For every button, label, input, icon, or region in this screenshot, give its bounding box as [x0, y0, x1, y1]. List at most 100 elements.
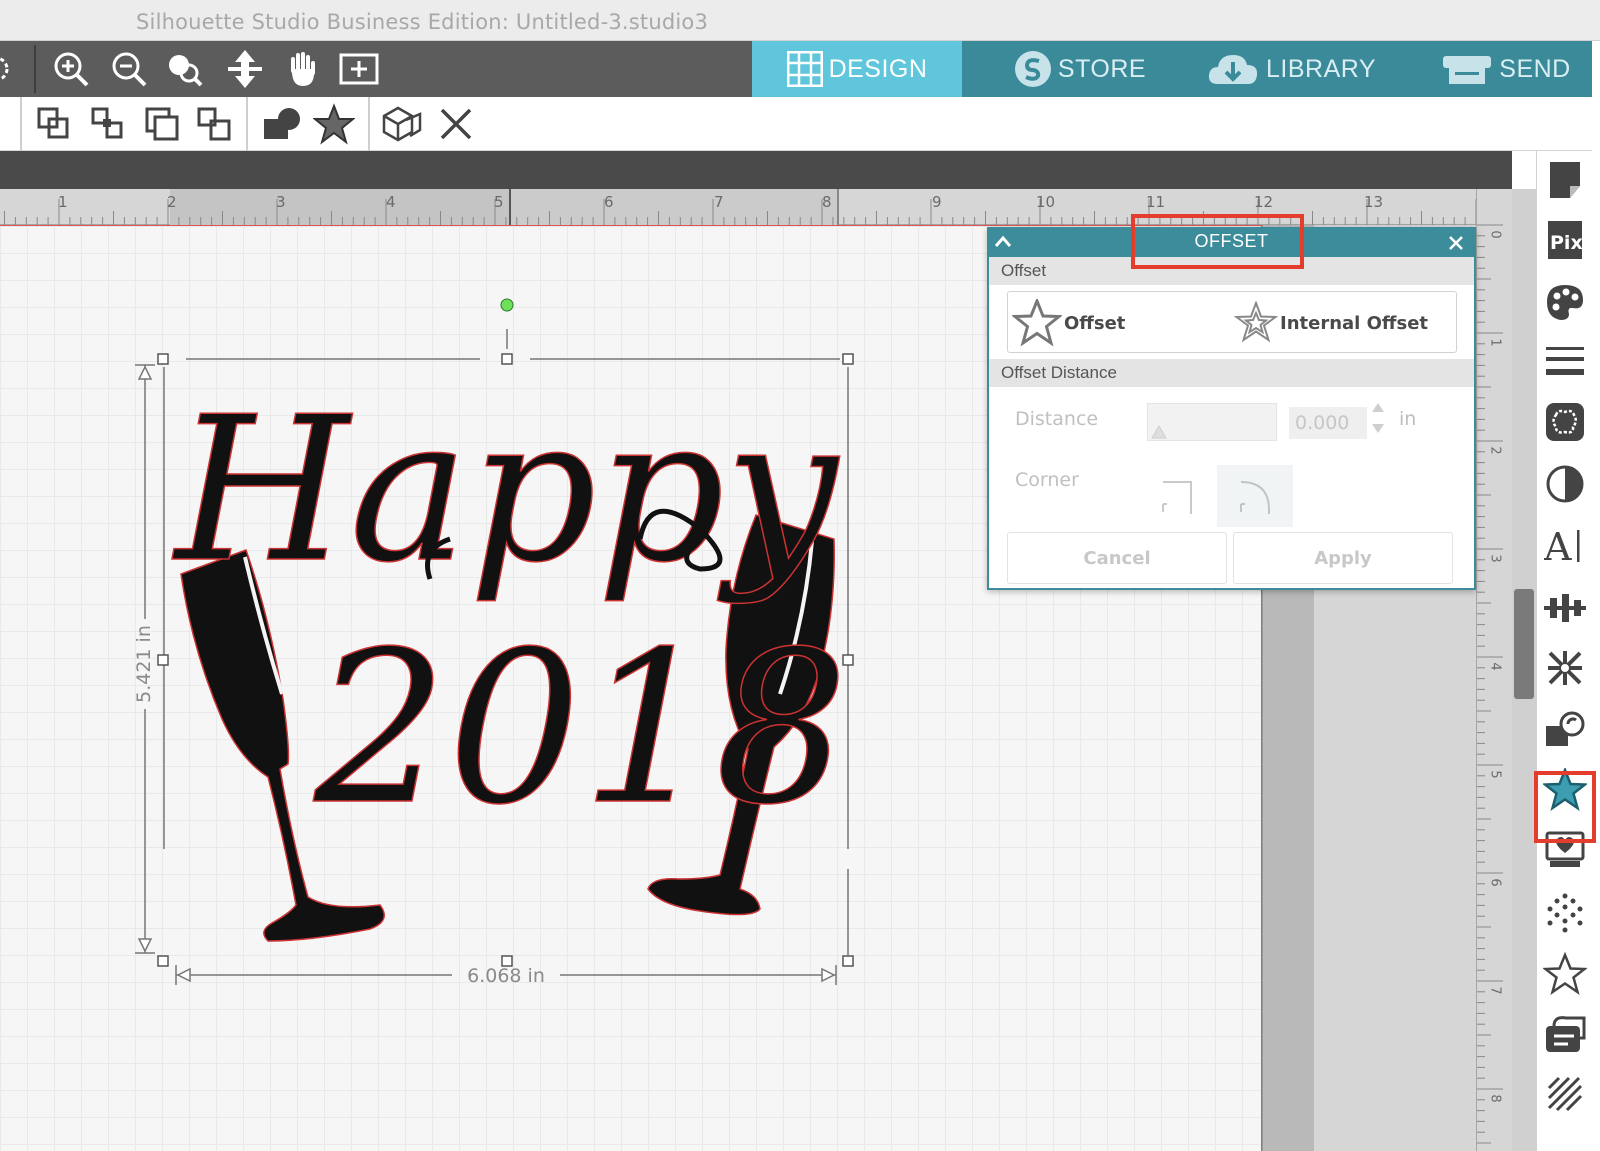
tab-store[interactable]: STORE	[1000, 41, 1160, 97]
offset-panel: OFFSET Offset Offset Internal Offset Off…	[987, 227, 1476, 590]
group-icon[interactable]	[32, 103, 76, 145]
add-page-icon[interactable]	[336, 47, 382, 91]
toolbar-divider	[20, 97, 22, 151]
resize-handle[interactable]	[501, 353, 513, 365]
line-style-icon[interactable]	[1542, 339, 1588, 385]
ungroup-icon[interactable]	[86, 103, 130, 145]
text-style-icon[interactable]: A	[1542, 523, 1588, 569]
close-icon[interactable]	[1447, 234, 1465, 252]
design-text-happy: Happy	[171, 374, 841, 607]
distance-slider[interactable]	[1147, 403, 1277, 441]
sketch-star-icon[interactable]	[1542, 951, 1588, 997]
design-text-year: 2018	[313, 606, 848, 851]
internal-offset-star-icon	[1234, 301, 1278, 343]
corner-label: Corner	[1015, 469, 1079, 491]
window-title: Silhouette Studio Business Edition: Unti…	[136, 10, 709, 34]
rotate-handle[interactable]	[500, 298, 514, 312]
round-corner-icon	[1240, 481, 1270, 514]
resize-handle[interactable]	[157, 353, 169, 365]
zoom-out-icon[interactable]	[106, 47, 152, 91]
design-grid-icon	[786, 51, 823, 87]
scrollbar-thumb[interactable]	[1514, 589, 1534, 699]
tab-design-label: DESIGN	[828, 54, 928, 83]
star-shape-icon[interactable]	[312, 103, 356, 145]
fit-to-page-icon[interactable]	[222, 47, 268, 91]
corner-sharp-button[interactable]	[1139, 465, 1215, 527]
tab-store-label: STORE	[1057, 54, 1147, 83]
image-effects-icon[interactable]	[1542, 461, 1588, 507]
ruler-number: 8	[1487, 1094, 1503, 1103]
replicate-icon[interactable]	[1542, 645, 1588, 691]
ruler-number: 13	[1364, 193, 1384, 211]
tab-send[interactable]: SEND	[1420, 41, 1592, 97]
zoom-in-icon[interactable]	[48, 47, 94, 91]
toolbar-divider	[34, 45, 36, 93]
resize-handle[interactable]	[842, 353, 854, 365]
offset-icon-highlight	[1534, 771, 1596, 843]
svg-text:A: A	[1544, 526, 1572, 566]
right-tool-panel: Pix A	[1536, 151, 1592, 1151]
resize-handle[interactable]	[157, 654, 169, 666]
ruler-number: 1	[1487, 338, 1503, 347]
ruler-number: 0	[1487, 230, 1503, 239]
window-title-bar: Silhouette Studio Business Edition: Unti…	[0, 0, 1600, 41]
vertical-scrollbar[interactable]	[1512, 189, 1536, 1151]
rhinestone-icon[interactable]	[1542, 889, 1588, 935]
offset-title-highlight	[1131, 214, 1304, 269]
ruler-number: 7	[1487, 986, 1503, 995]
align-icon[interactable]	[1542, 585, 1588, 631]
ruler-number: 6	[1487, 878, 1503, 887]
sharp-corner-icon	[1162, 481, 1192, 514]
toolbar-divider	[246, 97, 248, 151]
modify-icon[interactable]	[1542, 707, 1588, 753]
store-s-icon	[1014, 51, 1051, 87]
offset-option[interactable]: Offset	[1012, 299, 1126, 347]
trace-icon[interactable]	[1542, 399, 1588, 445]
distance-unit: in	[1399, 408, 1417, 430]
object-toolbar	[0, 97, 1592, 151]
ruler-number: 3	[1487, 554, 1503, 563]
distance-stepper-icon[interactable]	[1370, 401, 1386, 435]
internal-offset-option[interactable]: Internal Offset	[1234, 300, 1428, 346]
settings-gear-icon[interactable]	[0, 47, 18, 91]
ruler-number: 5	[1487, 770, 1503, 779]
ruler-number: 4	[1487, 662, 1503, 671]
toolbar-strip	[0, 151, 1512, 189]
internal-offset-option-label: Internal Offset	[1280, 312, 1429, 334]
fill-color-icon[interactable]	[1542, 279, 1588, 325]
weld-shapes-icon[interactable]	[260, 103, 304, 145]
pan-hand-icon[interactable]	[280, 47, 326, 91]
height-label: 5.421 in	[133, 625, 155, 703]
zoom-selection-icon[interactable]	[162, 47, 208, 91]
distance-input[interactable]: 0.000	[1289, 407, 1367, 439]
cancel-button[interactable]: Cancel	[1007, 532, 1227, 584]
offset-star-icon	[1012, 299, 1062, 347]
corner-round-button[interactable]	[1217, 465, 1293, 527]
tab-send-label: SEND	[1499, 54, 1571, 83]
page-setup-icon[interactable]	[1542, 157, 1588, 203]
delete-close-icon[interactable]	[434, 103, 478, 145]
ruler-number: 2	[1487, 446, 1503, 455]
offset-distance-section-header: Offset Distance	[989, 359, 1474, 387]
3d-box-icon[interactable]	[380, 103, 424, 145]
release-compound-path-icon[interactable]	[192, 103, 236, 145]
resize-handle[interactable]	[157, 955, 169, 967]
pixscan-icon[interactable]: Pix	[1542, 217, 1588, 263]
fill-pattern-icon[interactable]	[1542, 1071, 1588, 1117]
offset-option-label: Offset	[1064, 312, 1126, 334]
offset-type-box: Offset Internal Offset	[1007, 291, 1457, 353]
tab-design[interactable]: DESIGN	[752, 41, 962, 97]
svg-text:Pix: Pix	[1550, 232, 1583, 254]
tab-library-label: LIBRARY	[1265, 54, 1377, 83]
resize-handle[interactable]	[842, 955, 854, 967]
apply-button[interactable]: Apply	[1233, 532, 1453, 584]
width-label: 6.068 in	[467, 965, 545, 987]
slider-handle[interactable]	[1150, 424, 1168, 440]
right-ruler: 0 1 2 3 4 5 6 7 8	[1476, 189, 1512, 1151]
transform-icon[interactable]	[1542, 1011, 1588, 1057]
distance-label: Distance	[1015, 408, 1099, 430]
make-compound-path-icon[interactable]	[140, 103, 184, 145]
toolbar-divider	[368, 97, 370, 151]
tab-library[interactable]: LIBRARY	[1196, 41, 1386, 97]
main-toolbar: DESIGN STORE LIBRARY SEND	[0, 41, 1592, 97]
